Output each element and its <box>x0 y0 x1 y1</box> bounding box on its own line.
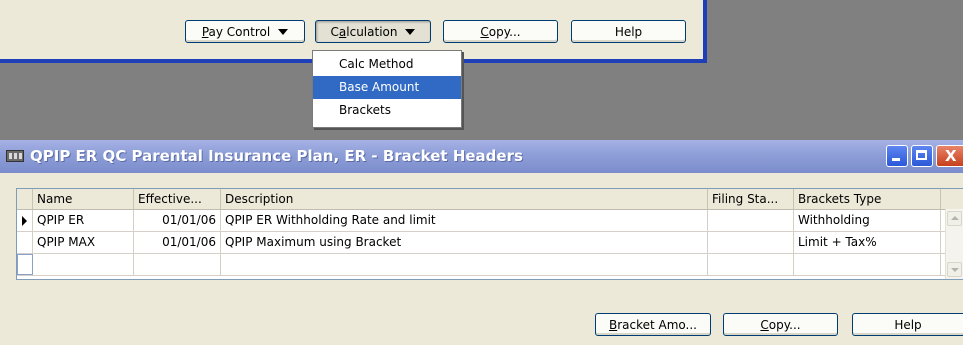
cell-description[interactable] <box>221 254 708 275</box>
cell-effective[interactable] <box>134 254 221 275</box>
cell-filing-status[interactable] <box>708 254 794 275</box>
cell-description[interactable]: QPIP ER Withholding Rate and limit <box>221 210 708 231</box>
copy-label: Copy... <box>480 24 521 39</box>
new-row-selector[interactable] <box>17 254 33 275</box>
table-row[interactable]: QPIP ER 01/01/06 QPIP ER Withholding Rat… <box>17 210 963 232</box>
column-header-description[interactable]: Description <box>221 189 708 209</box>
new-row[interactable] <box>17 254 963 276</box>
bracket-amount-button[interactable]: Bracket Amo... <box>595 313 711 336</box>
vertical-scrollbar[interactable] <box>945 209 963 279</box>
window-title: QPIP ER QC Parental Insurance Plan, ER -… <box>30 147 523 165</box>
table-row[interactable]: QPIP MAX 01/01/06 QPIP Maximum using Bra… <box>17 232 963 254</box>
bracket-headers-window: QPIP ER QC Parental Insurance Plan, ER -… <box>0 140 963 345</box>
column-header-brackets-type[interactable]: Brackets Type <box>794 189 941 209</box>
calculation-dropdown-menu: Calc Method Base Amount Brackets <box>312 50 462 128</box>
cell-name[interactable] <box>33 254 134 275</box>
calculation-label: Calculation <box>330 24 398 39</box>
close-icon: X <box>945 147 957 165</box>
calculation-button[interactable]: Calculation <box>315 20 431 43</box>
column-header-filing-status[interactable]: Filing Sta... <box>708 189 794 209</box>
grid-header: Name Effective... Description Filing Sta… <box>17 189 963 210</box>
window-icon <box>6 150 24 162</box>
brackets-grid: Name Effective... Description Filing Sta… <box>16 188 963 280</box>
menu-item-brackets[interactable]: Brackets <box>313 99 461 122</box>
scroll-up-icon[interactable] <box>947 211 962 226</box>
help-button-top[interactable]: Help <box>571 20 686 43</box>
cell-filing-status[interactable] <box>708 210 794 231</box>
cell-brackets-type[interactable] <box>794 254 941 275</box>
maximize-button[interactable] <box>911 145 933 167</box>
copy-label: Copy... <box>760 317 801 332</box>
cell-name[interactable]: QPIP MAX <box>33 232 134 253</box>
pay-control-button[interactable]: Pay Control <box>185 20 305 43</box>
cell-name[interactable]: QPIP ER <box>33 210 134 231</box>
title-bar[interactable]: QPIP ER QC Parental Insurance Plan, ER -… <box>0 140 963 173</box>
row-selector[interactable] <box>17 232 33 253</box>
column-header-effective[interactable]: Effective... <box>134 189 221 209</box>
help-button[interactable]: Help <box>852 313 963 336</box>
header-selector <box>17 189 33 209</box>
minimize-button[interactable] <box>886 145 908 167</box>
current-row-pointer-icon <box>22 216 27 226</box>
cell-description[interactable]: QPIP Maximum using Bracket <box>221 232 708 253</box>
cell-brackets-type[interactable]: Limit + Tax% <box>794 232 941 253</box>
menu-item-calc-method[interactable]: Calc Method <box>313 53 461 76</box>
copy-button-top[interactable]: Copy... <box>443 20 558 43</box>
row-selector[interactable] <box>17 210 33 231</box>
pay-control-label: Pay Control <box>201 24 271 39</box>
chevron-down-icon <box>278 28 289 35</box>
scroll-down-icon[interactable] <box>947 262 962 277</box>
menu-item-base-amount[interactable]: Base Amount <box>313 76 461 99</box>
copy-button[interactable]: Copy... <box>723 313 838 336</box>
cell-effective[interactable]: 01/01/06 <box>134 210 221 231</box>
chevron-down-icon <box>405 28 416 35</box>
cell-brackets-type[interactable]: Withholding <box>794 210 941 231</box>
help-label: Help <box>614 24 643 39</box>
cell-filing-status[interactable] <box>708 232 794 253</box>
bracket-amount-label: Bracket Amo... <box>608 317 697 332</box>
cell-effective[interactable]: 01/01/06 <box>134 232 221 253</box>
column-header-name[interactable]: Name <box>33 189 134 209</box>
help-label: Help <box>894 317 922 332</box>
close-button[interactable]: X <box>936 145 963 167</box>
